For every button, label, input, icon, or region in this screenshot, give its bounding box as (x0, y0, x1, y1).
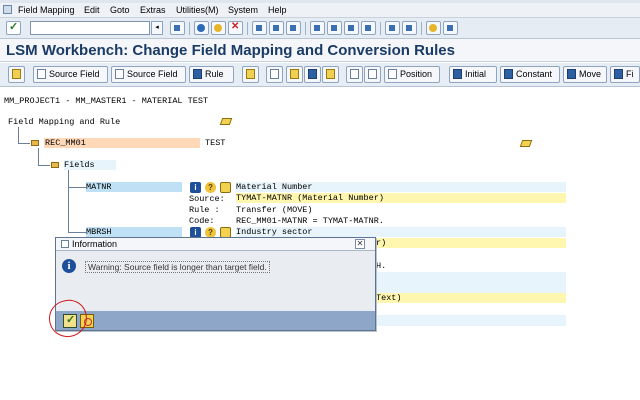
structure-icon (290, 69, 299, 79)
page-title: LSM Workbench: Change Field Mapping and … (6, 42, 455, 59)
enter-icon[interactable] (6, 20, 21, 35)
documentation-button[interactable] (322, 66, 339, 83)
folder-icon (51, 162, 59, 168)
code-value-partial: H. (376, 261, 387, 271)
field-matnr-description: Material Number (236, 182, 566, 192)
menu-edit[interactable]: Edit (84, 5, 100, 15)
source-value-partial[interactable]: r) (376, 238, 566, 248)
list-icon (350, 69, 359, 79)
system-menu-icon[interactable] (3, 5, 12, 14)
question-icon (326, 69, 335, 79)
field-mbrsh[interactable]: MBRSH (86, 227, 182, 237)
menu-utilities[interactable]: Utilities(M) (176, 5, 219, 15)
dialog-message: Warning: Source field is longer than tar… (85, 261, 270, 273)
initial-icon (453, 69, 462, 79)
dialog-button-bar (56, 311, 375, 330)
highlight-row (376, 315, 566, 326)
menu-field-mapping[interactable]: Field Mapping (18, 5, 75, 15)
code-label: Code: (189, 216, 215, 226)
position-button[interactable]: Position (384, 66, 440, 83)
highlight-row (376, 272, 566, 283)
rule-label: Rule : (189, 205, 220, 215)
source-value[interactable]: TYMAT-MATNR (Material Number) (236, 193, 566, 203)
find-next-icon[interactable] (286, 21, 301, 35)
cancel-icon[interactable] (228, 21, 243, 35)
fixed-value-icon (614, 69, 623, 79)
new-session-icon[interactable] (385, 21, 400, 35)
save-icon[interactable] (170, 21, 185, 35)
dialog-title-bar[interactable]: Information ✕ (56, 238, 375, 251)
rule-icon (193, 69, 202, 79)
close-icon[interactable]: ✕ (355, 239, 365, 249)
initial-button[interactable]: Initial (449, 66, 497, 83)
previous-page-icon[interactable] (327, 21, 342, 35)
project-line: MM_PROJECT1 - MM_MASTER1 - MATERIAL TEST (4, 96, 209, 106)
move-button[interactable]: Move (563, 66, 607, 83)
info-icon: i (62, 259, 76, 273)
menu-extras[interactable]: Extras (140, 5, 166, 15)
menu-system[interactable]: System (228, 5, 258, 15)
source-field-remove-button[interactable]: Source Field (111, 66, 186, 83)
last-page-icon[interactable] (361, 21, 376, 35)
menu-help[interactable]: Help (268, 5, 287, 15)
source-field-assign-button[interactable]: Source Field (33, 66, 108, 83)
constant-button[interactable]: Constant (500, 66, 560, 83)
command-field[interactable] (30, 21, 150, 35)
information-dialog: Information ✕ i Warning: Source field is… (55, 237, 376, 331)
info-icon (308, 69, 317, 79)
question-icon[interactable]: ? (205, 182, 216, 193)
table-icon (368, 69, 377, 79)
expand-icon (270, 69, 279, 79)
move-icon (567, 69, 576, 79)
structure-name[interactable]: REC_MM01 (44, 138, 200, 148)
dialog-title: Information (72, 239, 118, 249)
next-page-icon[interactable] (344, 21, 359, 35)
folder-icon (31, 140, 39, 146)
shortcut-icon[interactable] (402, 21, 417, 35)
first-page-icon[interactable] (310, 21, 325, 35)
rule-value: Transfer (MOVE) (236, 205, 313, 215)
exit-icon[interactable] (211, 21, 226, 35)
list-button[interactable] (346, 66, 363, 83)
help-icon[interactable] (426, 21, 441, 35)
structure-description: TEST (205, 138, 226, 148)
trash-icon (115, 69, 124, 79)
rule-button[interactable]: Rule (189, 66, 234, 83)
field-mbrsh-description: Industry sector (236, 227, 566, 237)
info-button[interactable] (304, 66, 321, 83)
info-icon[interactable]: i (190, 182, 201, 193)
source-label: Source: (189, 194, 225, 204)
print-icon[interactable] (252, 21, 267, 35)
edit-code-button[interactable] (242, 66, 259, 83)
title-bar: LSM Workbench: Change Field Mapping and … (0, 39, 640, 62)
fields-folder[interactable]: Fields (64, 160, 116, 170)
display-change-button[interactable] (8, 66, 25, 83)
fixed-value-button[interactable]: Fi (610, 66, 640, 83)
command-history-icon[interactable]: ◂ (151, 21, 163, 35)
menu-bar: Field Mapping Edit Goto Extras Utilities… (0, 3, 640, 18)
edit-icon (246, 69, 255, 79)
document-icon (37, 69, 46, 79)
position-icon (388, 69, 397, 79)
structure-button[interactable] (286, 66, 303, 83)
back-icon[interactable] (194, 21, 209, 35)
source-value-partial[interactable]: Text) (376, 293, 566, 303)
find-icon[interactable] (269, 21, 284, 35)
layout-menu-icon[interactable] (443, 21, 458, 35)
menu-goto[interactable]: Goto (110, 5, 130, 15)
field-matnr[interactable]: MATNR (86, 182, 182, 192)
table-button[interactable] (364, 66, 381, 83)
window-icon (61, 240, 69, 248)
expand-button[interactable] (266, 66, 283, 83)
constant-icon (504, 69, 513, 79)
code-value: REC_MM01-MATNR = TYMAT-MATNR. (236, 216, 384, 226)
tree-root[interactable]: Field Mapping and Rule (8, 117, 120, 127)
edit-icon[interactable] (220, 182, 231, 193)
pencil-icon (12, 69, 21, 79)
